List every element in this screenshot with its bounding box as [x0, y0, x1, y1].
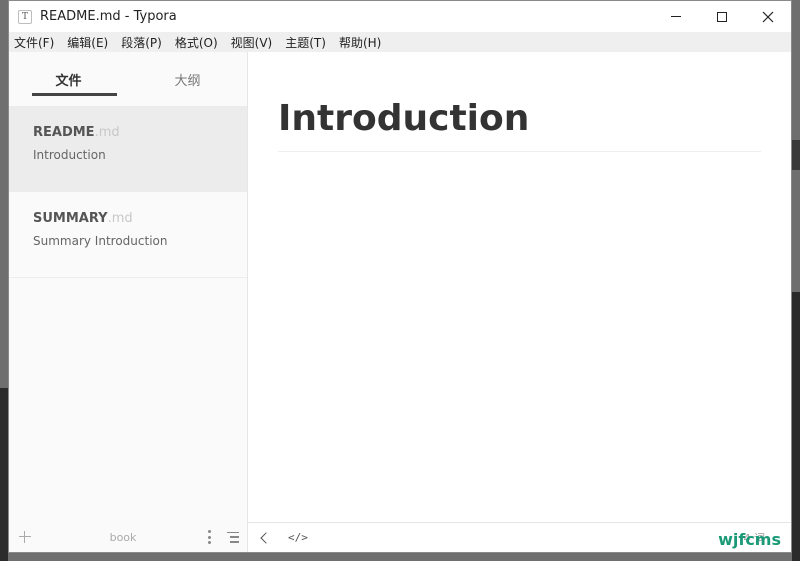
file-subtitle: Summary Introduction — [33, 234, 168, 248]
file-extension: .md — [107, 211, 133, 226]
file-title: README.md — [33, 121, 223, 140]
typora-window: T README.md - Typora 文件(F) 编辑(E) 段落(P) 格… — [8, 0, 792, 553]
desktop-fragment — [0, 388, 8, 561]
sidebar-footer: book — [9, 522, 247, 552]
editor-pane[interactable]: Introduction </> 4 词 wjfcms — [248, 52, 791, 552]
document-heading[interactable]: Introduction — [278, 98, 761, 152]
menu-bar: 文件(F) 编辑(E) 段落(P) 格式(O) 视图(V) 主题(T) 帮助(H… — [9, 32, 791, 52]
menu-file[interactable]: 文件(F) — [14, 34, 54, 51]
tab-outline[interactable]: 大纲 — [128, 52, 247, 106]
more-options-icon[interactable] — [205, 530, 213, 544]
file-name: SUMMARY — [33, 211, 108, 226]
tree-view-icon[interactable] — [227, 531, 239, 543]
close-icon — [762, 11, 774, 22]
maximize-button[interactable] — [699, 1, 745, 32]
file-item-readme[interactable]: README.md Introduction — [9, 106, 247, 192]
minimize-button[interactable] — [653, 1, 699, 32]
toggle-sidebar-icon[interactable] — [260, 531, 272, 544]
file-extension: .md — [94, 125, 120, 140]
file-subtitle: Introduction — [33, 148, 106, 162]
desktop-fragment — [792, 140, 800, 170]
typora-app-icon: T — [18, 9, 32, 24]
menu-edit[interactable]: 编辑(E) — [67, 34, 108, 51]
source-code-icon[interactable]: </> — [288, 531, 308, 544]
tab-files[interactable]: 文件 — [9, 52, 128, 106]
active-tab-indicator — [32, 93, 117, 96]
title-bar: T README.md - Typora — [9, 1, 791, 32]
add-icon[interactable] — [17, 529, 33, 545]
window-title: README.md - Typora — [40, 9, 177, 24]
menu-format[interactable]: 格式(O) — [175, 34, 218, 51]
window-controls — [653, 1, 791, 32]
file-title: SUMMARY.md — [33, 207, 223, 226]
close-button[interactable] — [745, 1, 791, 32]
desktop-fragment — [792, 292, 800, 561]
menu-view[interactable]: 视图(V) — [231, 34, 273, 51]
file-name: README — [33, 125, 95, 140]
sidebar: 文件 大纲 README.md Introduction SUMMARY.md … — [9, 52, 248, 552]
maximize-icon — [717, 11, 727, 22]
watermark-text: wjfcms — [718, 530, 781, 549]
editor-footer: </> 4 词 — [248, 522, 791, 552]
menu-help[interactable]: 帮助(H) — [339, 34, 381, 51]
folder-name: book — [109, 530, 137, 544]
file-item-summary[interactable]: SUMMARY.md Summary Introduction — [9, 192, 247, 278]
sidebar-tabs: 文件 大纲 — [9, 52, 247, 106]
menu-theme[interactable]: 主题(T) — [285, 34, 326, 51]
minimize-icon — [671, 16, 681, 17]
main-content: 文件 大纲 README.md Introduction SUMMARY.md … — [9, 52, 791, 552]
menu-paragraph[interactable]: 段落(P) — [121, 34, 162, 51]
